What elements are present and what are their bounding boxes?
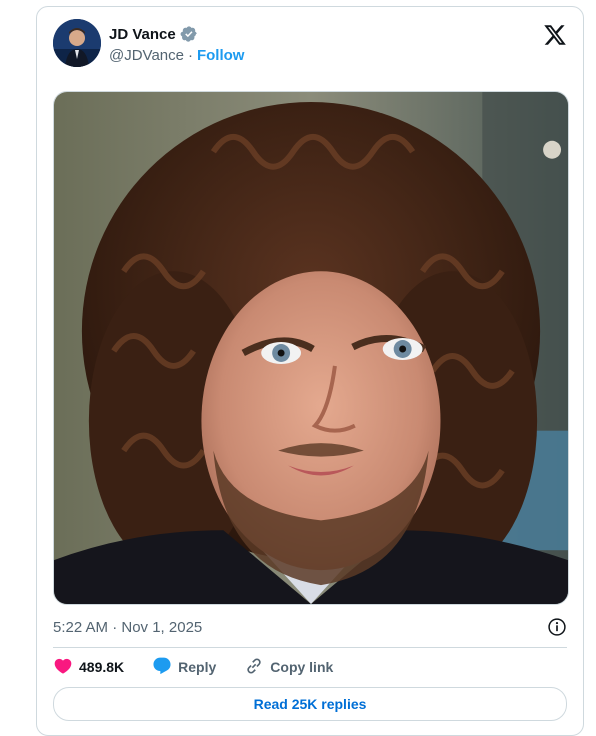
link-icon [244,656,264,679]
copy-link-button[interactable]: Copy link [244,656,333,679]
tweet-actions: 489.8K Reply Copy link [53,657,333,677]
verified-badge-icon [180,25,198,43]
reply-label: Reply [178,659,217,675]
tweet-meta: 5:22 AM · Nov 1, 2025 [53,617,567,637]
read-replies-label: Read 25K replies [253,696,367,712]
author-handle[interactable]: @JDVance [109,47,184,64]
tweet-timestamp[interactable]: 5:22 AM · Nov 1, 2025 [53,619,202,636]
info-icon[interactable] [547,617,567,637]
follow-button[interactable]: Follow [197,47,245,64]
divider [53,647,567,648]
heart-icon [53,656,73,679]
author-name[interactable]: JD Vance [109,26,176,43]
like-button[interactable]: 489.8K [53,656,124,679]
x-logo-icon[interactable] [543,23,567,47]
tweet-header: JD Vance @JDVance · Follow [53,19,567,67]
author-name-row: JD Vance [109,25,198,43]
read-replies-button[interactable]: Read 25K replies [53,687,567,721]
reply-button[interactable]: Reply [152,656,216,679]
author-handle-row: @JDVance · Follow [109,47,244,64]
copy-link-label: Copy link [270,659,334,675]
tweet-photo[interactable] [53,91,569,605]
avatar[interactable] [53,19,101,67]
tweet-card: JD Vance @JDVance · Follow 5:22 AM · Nov… [36,6,584,736]
like-count: 489.8K [79,659,125,675]
reply-bubble-icon [152,656,172,679]
separator-dot: · [187,47,193,64]
